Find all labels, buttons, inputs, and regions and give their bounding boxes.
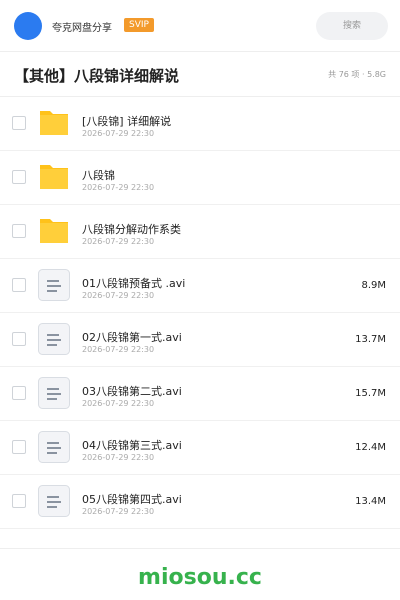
file-row[interactable]: 03八段锦第二式.avi 2026-07-29 22:30 15.7M bbox=[0, 367, 400, 421]
file-checkbox[interactable] bbox=[12, 170, 26, 184]
folder-icon bbox=[38, 107, 70, 139]
file-name: 八段锦分解动作系类 bbox=[82, 223, 181, 236]
file-size: 15.7M bbox=[355, 388, 386, 399]
file-name: 八段锦 bbox=[82, 169, 115, 182]
avatar[interactable] bbox=[14, 12, 42, 40]
top-bar: 夸克网盘分享 SVIP 搜索 bbox=[0, 0, 400, 52]
file-date: 2026-07-29 22:30 bbox=[82, 345, 155, 354]
file-checkbox[interactable] bbox=[12, 116, 26, 130]
file-name: 03八段锦第二式.avi bbox=[82, 385, 182, 398]
file-checkbox[interactable] bbox=[12, 386, 26, 400]
file-name: 01八段锦预备式 .avi bbox=[82, 277, 186, 290]
file-name: 04八段锦第三式.avi bbox=[82, 439, 182, 452]
file-size: 12.4M bbox=[355, 442, 386, 453]
search-button[interactable]: 搜索 bbox=[316, 12, 388, 40]
file-name: 02八段锦第一式.avi bbox=[82, 331, 182, 344]
file-checkbox[interactable] bbox=[12, 494, 26, 508]
page-title: 【其他】八段锦详细解说 bbox=[14, 67, 180, 85]
folder-summary: 共 76 项 · 5.8G bbox=[328, 70, 386, 79]
file-name: [八段锦] 详细解说 bbox=[82, 115, 172, 128]
file-size: 13.4M bbox=[355, 496, 386, 507]
file-list: [八段锦] 详细解说 2026-07-29 22:30 八段锦 2026-07-29 … bbox=[0, 97, 400, 529]
svip-badge: SVIP bbox=[124, 18, 154, 32]
file-row[interactable]: 八段锦分解动作系类 2026-07-29 22:30 bbox=[0, 205, 400, 259]
video-file-icon bbox=[38, 323, 70, 355]
file-checkbox[interactable] bbox=[12, 440, 26, 454]
video-file-icon bbox=[38, 269, 70, 301]
file-row[interactable]: 01八段锦预备式 .avi 2026-07-29 22:30 8.9M bbox=[0, 259, 400, 313]
file-date: 2026-07-29 22:30 bbox=[82, 399, 155, 408]
file-checkbox[interactable] bbox=[12, 224, 26, 238]
file-size: 13.7M bbox=[355, 334, 386, 345]
brand-watermark: miosou.cc bbox=[138, 565, 262, 590]
file-row[interactable]: 05八段锦第四式.avi 2026-07-29 22:30 13.4M bbox=[0, 475, 400, 529]
file-row[interactable]: 八段锦 2026-07-29 22:30 bbox=[0, 151, 400, 205]
file-size: 8.9M bbox=[361, 280, 386, 291]
file-date: 2026-07-29 22:30 bbox=[82, 291, 155, 300]
file-row[interactable]: 02八段锦第一式.avi 2026-07-29 22:30 13.7M bbox=[0, 313, 400, 367]
file-date: 2026-07-29 22:30 bbox=[82, 129, 155, 138]
video-file-icon bbox=[38, 431, 70, 463]
video-file-icon bbox=[38, 485, 70, 517]
folder-header: 【其他】八段锦详细解说 共 76 项 · 5.8G bbox=[0, 52, 400, 97]
folder-icon bbox=[38, 215, 70, 247]
file-checkbox[interactable] bbox=[12, 332, 26, 346]
file-checkbox[interactable] bbox=[12, 278, 26, 292]
file-date: 2026-07-29 22:30 bbox=[82, 453, 155, 462]
footer: miosou.cc bbox=[0, 548, 400, 600]
video-file-icon bbox=[38, 377, 70, 409]
app-name: 夸克网盘分享 bbox=[52, 23, 112, 34]
file-date: 2026-07-29 22:30 bbox=[82, 183, 155, 192]
folder-icon bbox=[38, 161, 70, 193]
file-name: 05八段锦第四式.avi bbox=[82, 493, 182, 506]
file-date: 2026-07-29 22:30 bbox=[82, 507, 155, 516]
file-date: 2026-07-29 22:30 bbox=[82, 237, 155, 246]
file-row[interactable]: [八段锦] 详细解说 2026-07-29 22:30 bbox=[0, 97, 400, 151]
file-row[interactable]: 04八段锦第三式.avi 2026-07-29 22:30 12.4M bbox=[0, 421, 400, 475]
